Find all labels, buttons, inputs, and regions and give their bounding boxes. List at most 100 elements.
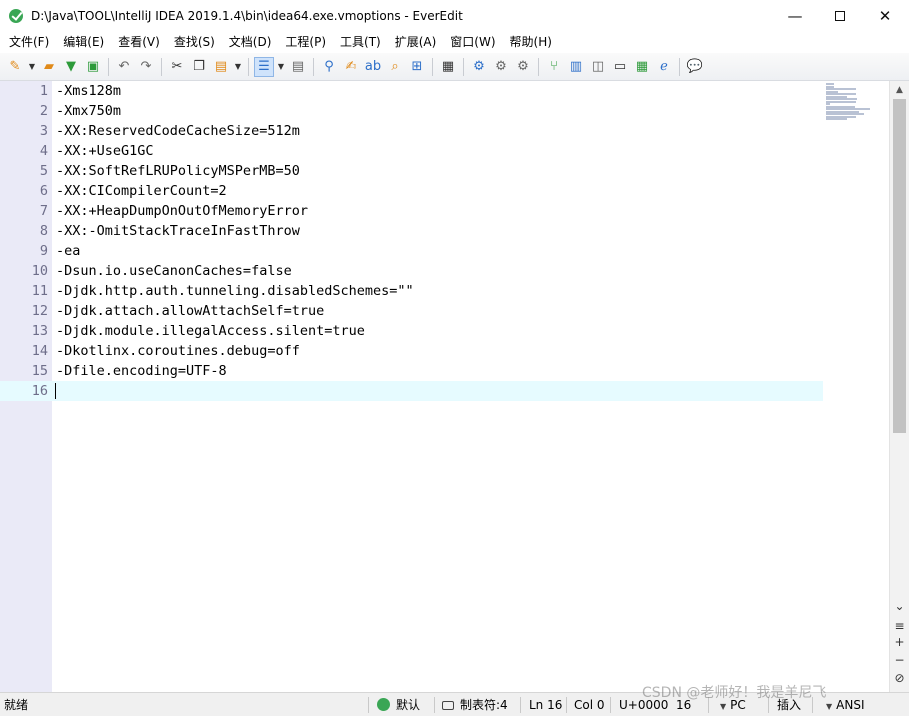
code-line[interactable]: 2 -Xmx750m xyxy=(0,101,823,121)
paste-dropdown-icon[interactable]: ▼ xyxy=(233,57,243,77)
line-number: 14 xyxy=(31,343,48,359)
status-tab[interactable]: 制表符:4 xyxy=(442,693,508,716)
word-wrap-dropdown-icon[interactable]: ▼ xyxy=(276,57,286,77)
code-line[interactable]: 6 -XX:CICompilerCount=2 xyxy=(0,181,823,201)
menu-bar: 文件(F) 编辑(E) 查看(V) 查找(S) 文档(D) 工程(P) 工具(T… xyxy=(0,31,909,53)
line-text: -XX:-OmitStackTraceInFastThrow xyxy=(56,223,300,239)
menu-extensions[interactable]: 扩展(A) xyxy=(388,31,444,53)
code-lines[interactable]: 1 -Xms128m 2 -Xmx750m 3 -XX:ReservedCodeCac… xyxy=(0,81,823,401)
line-number: 1 xyxy=(39,83,48,99)
new-file-icon[interactable]: ✎ xyxy=(5,57,25,77)
close-button[interactable]: ✕ xyxy=(862,0,908,31)
zoom-out-icon[interactable]: − xyxy=(890,651,909,669)
current-code-line[interactable]: 16 xyxy=(0,381,823,401)
table-view-icon[interactable]: ▦ xyxy=(632,57,652,77)
scrollbar-thumb[interactable] xyxy=(893,99,906,433)
minimize-button[interactable]: — xyxy=(772,0,818,31)
code-line[interactable]: 10 -Dsun.io.useCanonCaches=false xyxy=(0,261,823,281)
scroll-up-button[interactable]: ▲ xyxy=(890,81,909,98)
menu-view[interactable]: 查看(V) xyxy=(111,31,167,53)
menu-document[interactable]: 文档(D) xyxy=(222,31,279,53)
outline-icon[interactable]: ⑂ xyxy=(544,57,564,77)
code-line[interactable]: 14 -Dkotlinx.coroutines.debug=off xyxy=(0,341,823,361)
macro-play-icon[interactable]: ⚙ xyxy=(491,57,511,77)
redo-icon[interactable]: ↷ xyxy=(136,57,156,77)
find-icon[interactable]: ⚲ xyxy=(319,57,339,77)
line-number: 13 xyxy=(31,323,48,339)
code-line[interactable]: 4 -XX:+UseG1GC xyxy=(0,141,823,161)
menu-search[interactable]: 查找(S) xyxy=(167,31,222,53)
minimap[interactable] xyxy=(826,83,888,123)
find-in-files-icon[interactable]: ab xyxy=(363,57,383,77)
editor-area[interactable]: 1 -Xms128m 2 -Xmx750m 3 -XX:ReservedCodeCac… xyxy=(0,81,909,692)
line-text: -Dsun.io.useCanonCaches=false xyxy=(56,263,292,279)
browser-icon[interactable]: ℯ xyxy=(654,57,674,77)
paste-icon[interactable]: ▤ xyxy=(211,57,231,77)
code-line[interactable]: 15 -Dfile.encoding=UTF-8 xyxy=(0,361,823,381)
toolbar-separator xyxy=(161,57,162,76)
new-file-dropdown-icon[interactable]: ▼ xyxy=(27,57,37,77)
code-line[interactable]: 11 -Djdk.http.auth.tunneling.disabledSche… xyxy=(0,281,823,301)
sidebar-panel-icon[interactable]: ▥ xyxy=(566,57,586,77)
output-panel-icon[interactable]: ▭ xyxy=(610,57,630,77)
toolbar-separator xyxy=(248,57,249,76)
line-number: 3 xyxy=(39,123,48,139)
code-line[interactable]: 9 -ea xyxy=(0,241,823,261)
menu-project[interactable]: 工程(P) xyxy=(278,31,333,53)
line-number: 12 xyxy=(31,303,48,319)
code-line[interactable]: 1 -Xms128m xyxy=(0,81,823,101)
dropdown-arrow-icon: ▼ xyxy=(826,702,833,711)
code-line[interactable]: 3 -XX:ReservedCodeCacheSize=512m xyxy=(0,121,823,141)
go-to-icon[interactable]: ⊞ xyxy=(407,57,427,77)
status-encoding[interactable]: ▼ ANSI xyxy=(826,693,865,716)
color-scheme-icon xyxy=(377,698,390,711)
replace-icon[interactable]: ✍ xyxy=(341,57,361,77)
macro-record-icon[interactable]: ⚙ xyxy=(469,57,489,77)
save-icon[interactable]: ▼ xyxy=(61,57,81,77)
macro-settings-icon[interactable]: ⚙ xyxy=(513,57,533,77)
copy-icon[interactable]: ❐ xyxy=(189,57,209,77)
menu-window[interactable]: 窗口(W) xyxy=(443,31,502,53)
line-text: -Djdk.attach.allowAttachSelf=true xyxy=(56,303,325,319)
dropdown-arrow-icon: ▼ xyxy=(720,702,727,711)
menu-file[interactable]: 文件(F) xyxy=(2,31,56,53)
code-line[interactable]: 5 -XX:SoftRefLRUPolicyMSPerMB=50 xyxy=(0,161,823,181)
save-all-icon[interactable]: ▣ xyxy=(83,57,103,77)
code-line[interactable]: 12 -Djdk.attach.allowAttachSelf=true xyxy=(0,301,823,321)
vertical-scrollbar[interactable]: ▲ ⌄ ≡ + − ⊘ xyxy=(889,81,909,692)
zoom-reset-icon[interactable]: ⊘ xyxy=(890,669,909,687)
column-mode-icon[interactable]: ▤ xyxy=(288,57,308,77)
zoom-in-icon[interactable]: + xyxy=(890,633,909,651)
maximize-button[interactable] xyxy=(817,0,863,31)
status-separator xyxy=(368,697,369,713)
line-number: 4 xyxy=(39,143,48,159)
menu-edit[interactable]: 编辑(E) xyxy=(56,31,111,53)
cut-icon[interactable]: ✂ xyxy=(167,57,187,77)
status-scheme[interactable]: 默认 xyxy=(377,693,420,716)
status-encoding-label: ANSI xyxy=(836,698,865,712)
status-scheme-label: 默认 xyxy=(396,698,421,712)
help-icon[interactable]: 💬 xyxy=(685,57,705,77)
scroll-down-icon[interactable]: ⌄ xyxy=(890,597,909,615)
toolbar-separator xyxy=(463,57,464,76)
line-text: -Dfile.encoding=UTF-8 xyxy=(56,363,227,379)
code-line[interactable]: 8 -XX:-OmitStackTraceInFastThrow xyxy=(0,221,823,241)
toolbar-separator xyxy=(679,57,680,76)
menu-tools[interactable]: 工具(T) xyxy=(333,31,388,53)
status-tab-label: 制表符:4 xyxy=(460,698,508,712)
maximize-icon xyxy=(835,10,845,21)
split-view-icon[interactable]: ◫ xyxy=(588,57,608,77)
line-number: 9 xyxy=(39,243,48,259)
toolbar-separator xyxy=(313,57,314,76)
code-line[interactable]: 13 -Djdk.module.illegalAccess.silent=true xyxy=(0,321,823,341)
line-text: -Xmx750m xyxy=(56,103,122,119)
word-wrap-icon[interactable]: ☰ xyxy=(254,56,274,77)
line-number: 8 xyxy=(39,223,48,239)
hex-mode-icon[interactable]: ▦ xyxy=(438,57,458,77)
undo-icon[interactable]: ↶ xyxy=(114,57,134,77)
menu-help[interactable]: 帮助(H) xyxy=(503,31,559,53)
toolbar: ✎ ▼ ▰ ▼ ▣ ↶ ↷ ✂ ❐ ▤ ▼ ☰ ▼ ▤ ⚲ ✍ ab ⌕ ⊞ ▦… xyxy=(0,53,909,81)
code-line[interactable]: 7 -XX:+HeapDumpOnOutOfMemoryError xyxy=(0,201,823,221)
find-folder-icon[interactable]: ⌕ xyxy=(385,57,405,77)
open-folder-icon[interactable]: ▰ xyxy=(39,57,59,77)
